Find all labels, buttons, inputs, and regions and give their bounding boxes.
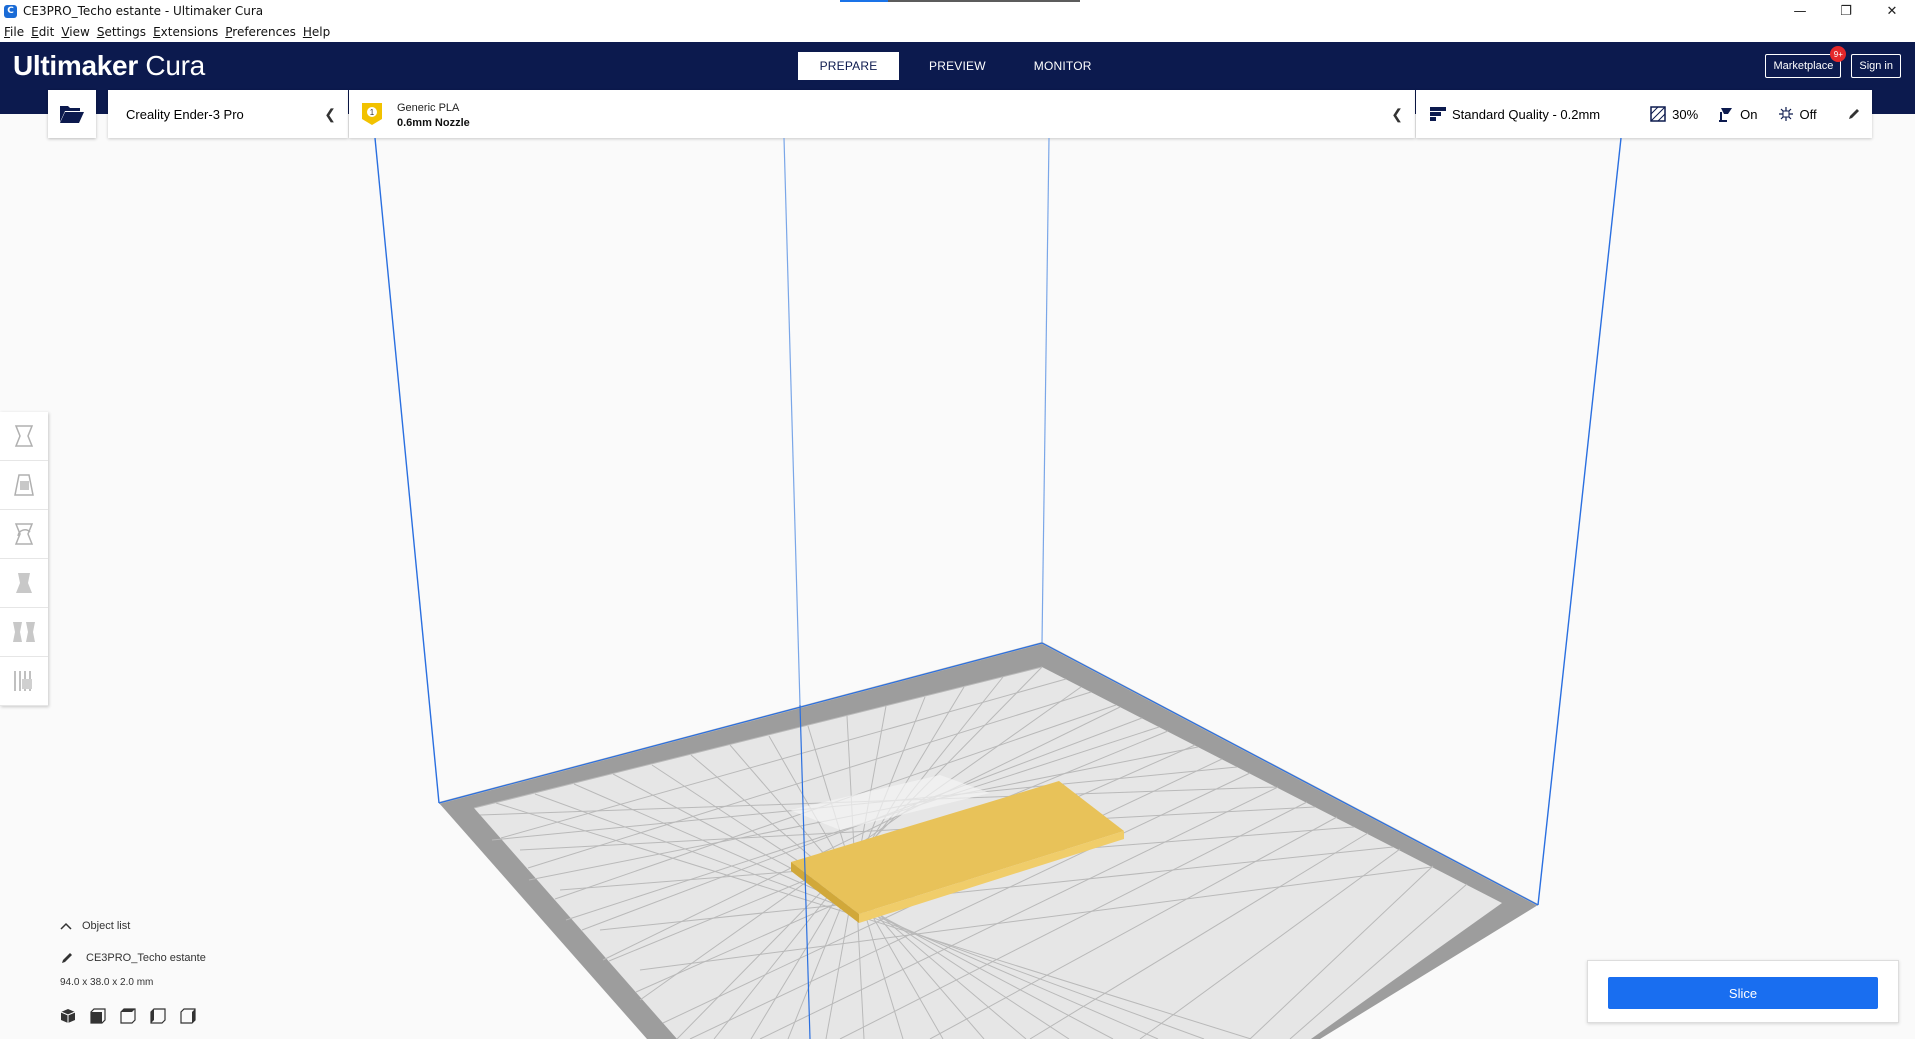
object-name: CE3PRO_Techo estante [86,952,206,964]
menu-bar: File Edit View Settings Extensions Prefe… [0,22,1915,42]
tab-preview[interactable]: PREVIEW [905,52,1010,80]
close-button[interactable]: ✕ [1869,0,1915,22]
open-file-button[interactable] [48,90,96,138]
header-account-area: Marketplace 9+ Sign in [1765,46,1901,78]
scale-tool-button[interactable] [0,461,48,510]
window-controls: — ❐ ✕ [1777,0,1915,22]
menu-edit[interactable]: Edit [31,25,54,39]
per-model-settings-icon [13,622,35,642]
top-view-icon[interactable] [120,1008,136,1024]
infill-icon [1650,106,1666,122]
svg-text:1: 1 [370,108,375,117]
custom-settings-pencil[interactable] [1847,107,1861,121]
camera-view-buttons [60,1008,196,1024]
stage-tabs: PREPARE PREVIEW MONITOR [798,52,1116,80]
support-value: On [1740,106,1758,122]
material-name: Generic PLA [397,102,460,114]
tab-prepare[interactable]: PREPARE [798,52,899,80]
printer-name: Creality Ender-3 Pro [126,106,244,122]
material-selector[interactable]: 1 Generic PLA 0.6mm Nozzle ❮ [349,90,1415,138]
marketplace-label: Marketplace [1773,60,1834,72]
menu-settings[interactable]: Settings [97,25,146,39]
move-tool-button[interactable] [0,412,48,461]
scale-tool-icon [14,474,34,496]
object-list-toggle[interactable]: Object list [60,920,130,932]
mirror-tool-button[interactable] [0,559,48,608]
build-volume-edge [783,138,801,706]
title-bar: C CE3PRO_Techo estante - Ultimaker Cura … [0,0,1915,22]
slice-panel: Slice [1587,960,1899,1023]
marketplace-notification-badge: 9+ [1830,46,1847,62]
build-plate-viewport[interactable] [0,138,1915,1039]
menu-view[interactable]: View [61,25,89,39]
restore-button[interactable]: ❐ [1823,0,1869,22]
infill-value: 30% [1672,106,1699,122]
chevron-up-icon [60,922,72,930]
per-model-settings-tool-button[interactable] [0,608,48,657]
pencil-icon [62,953,72,963]
adhesion-icon [1778,107,1793,121]
menu-preferences[interactable]: Preferences [225,25,296,39]
quality-bars-icon [1430,107,1446,121]
tab-monitor[interactable]: MONITOR [1010,52,1116,80]
chevron-left-icon: ❮ [324,106,336,122]
folder-open-icon [60,106,84,123]
build-volume-edge [1537,138,1622,906]
title-progress-indicator [840,0,1080,2]
pencil-icon [1848,109,1859,119]
ultimaker-cura-logo: Ultimaker Cura [13,50,205,81]
left-view-icon[interactable] [150,1008,166,1024]
transform-toolbar [0,412,48,706]
rotate-tool-icon [14,523,34,545]
infill-setting: 30% [1650,106,1698,122]
window-title: CE3PRO_Techo estante - Ultimaker Cura [23,4,264,18]
quality-profile-label: Standard Quality - 0.2mm [1452,106,1601,122]
support-icon [1719,108,1733,122]
right-view-icon[interactable] [180,1008,196,1024]
build-volume-edge [374,138,440,804]
support-blocker-icon [14,671,32,691]
object-list-panel: Object list CE3PRO_Techo estante 94.0 x … [60,920,206,1024]
slice-button[interactable]: Slice [1608,977,1878,1009]
front-view-icon[interactable] [90,1008,106,1024]
extruder-icon: 1 [362,103,382,125]
chevron-left-icon: ❮ [1391,106,1403,122]
rotate-tool-button[interactable] [0,510,48,559]
quality-profile: Standard Quality - 0.2mm [1430,107,1600,122]
print-settings-selector[interactable]: Standard Quality - 0.2mm 30% On Off [1416,90,1872,138]
3d-view-icon[interactable] [60,1008,76,1024]
nozzle-size: 0.6mm Nozzle [397,117,470,129]
sign-in-button[interactable]: Sign in [1851,54,1901,78]
menu-extensions[interactable]: Extensions [153,25,218,39]
cura-app-icon: C [4,4,17,18]
build-volume-edge [1041,138,1050,644]
object-dimensions: 94.0 x 38.0 x 2.0 mm [60,977,154,988]
minimize-button[interactable]: — [1777,0,1823,22]
object-list-item[interactable]: CE3PRO_Techo estante [60,951,310,965]
support-blocker-tool-button[interactable] [0,657,48,706]
adhesion-setting: Off [1778,106,1817,122]
marketplace-button[interactable]: Marketplace 9+ [1765,46,1847,78]
move-tool-icon [14,425,34,447]
support-setting: On [1718,106,1758,122]
menu-file[interactable]: File [4,25,24,39]
menu-help[interactable]: Help [303,25,330,39]
printer-selector[interactable]: Creality Ender-3 Pro ❮ [108,90,348,138]
object-list-label: Object list [82,920,131,932]
adhesion-value: Off [1799,106,1817,122]
mirror-tool-icon [16,573,32,593]
